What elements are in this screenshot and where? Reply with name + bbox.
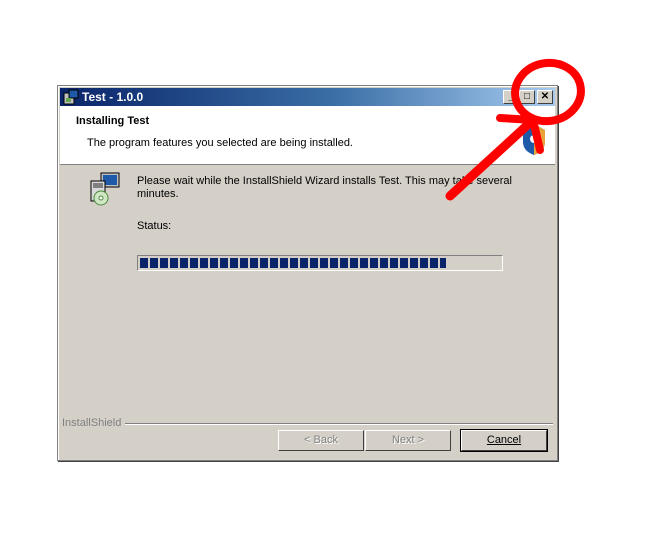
brand-divider: InstallShield [62, 417, 553, 429]
window-title: Test - 1.0.0 [82, 90, 144, 104]
progress-fill [140, 258, 446, 268]
maximize-button[interactable]: □ [519, 90, 535, 104]
installer-window: Test - 1.0.0 _ □ ✕ Installing Test The p… [57, 85, 558, 461]
back-button[interactable]: < Back [278, 430, 364, 451]
install-message: Please wait while the InstallShield Wiza… [137, 175, 512, 200]
divider-line [62, 423, 553, 425]
progress-bar [137, 255, 503, 271]
installshield-logo-icon [523, 124, 545, 155]
install-package-icon [90, 172, 120, 206]
header-title: Installing Test [76, 115, 150, 127]
wizard-header: Installing Test The program features you… [60, 106, 555, 165]
cancel-label: Cancel [486, 434, 522, 446]
cancel-button[interactable]: Cancel [460, 429, 548, 452]
brand-label: InstallShield [62, 417, 126, 429]
close-button[interactable]: ✕ [537, 90, 553, 104]
next-button[interactable]: Next > [365, 430, 451, 451]
title-bar[interactable]: Test - 1.0.0 _ □ ✕ [60, 88, 555, 106]
installer-icon [63, 89, 79, 105]
minimize-button[interactable]: _ [503, 90, 519, 104]
header-subtitle: The program features you selected are be… [87, 137, 353, 149]
status-label: Status: [137, 220, 172, 232]
